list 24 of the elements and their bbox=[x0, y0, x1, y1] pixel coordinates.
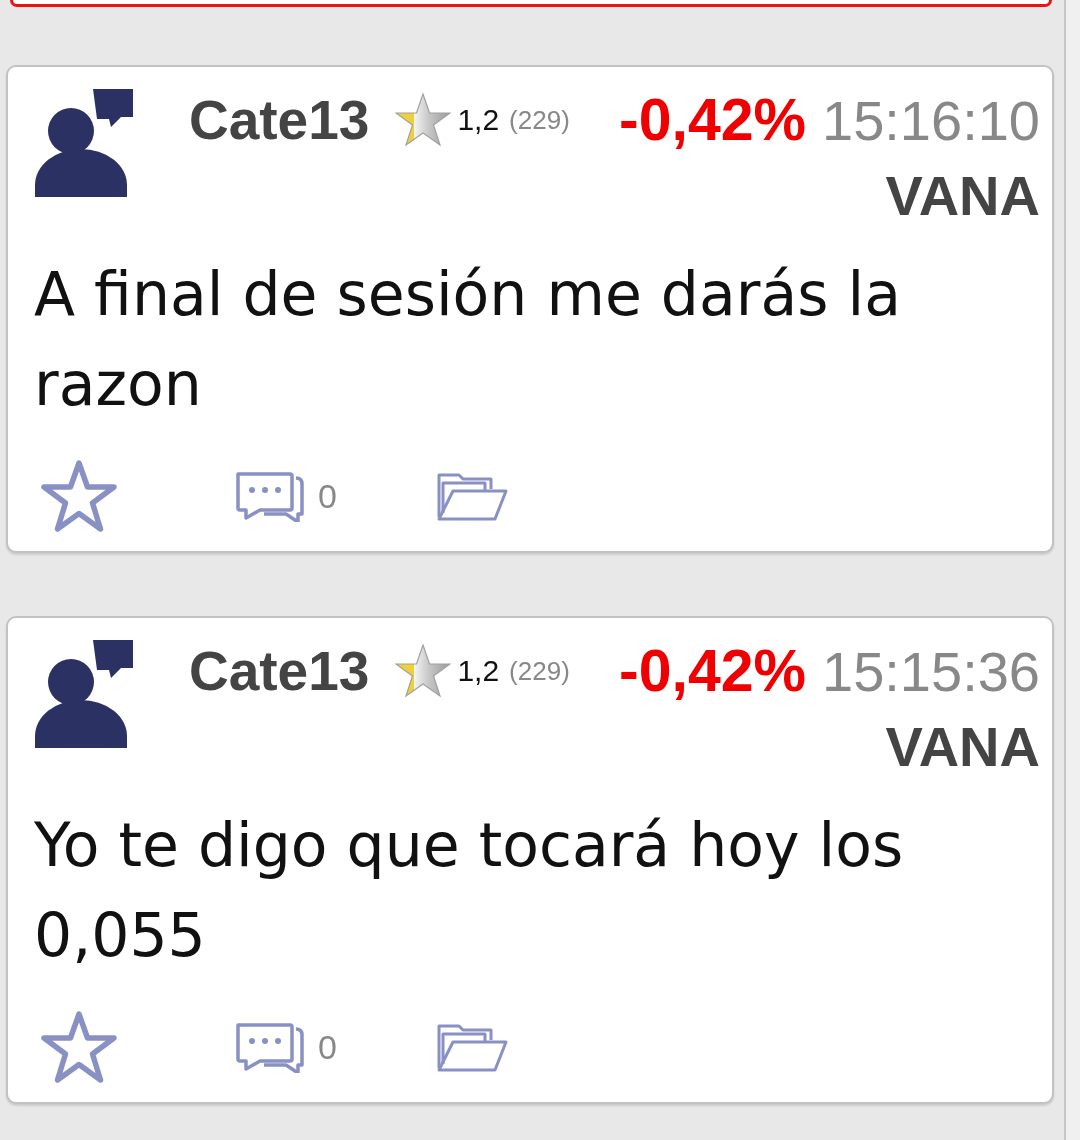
post-time: 15:16:10 bbox=[822, 87, 1040, 153]
user-rating: 1,2 bbox=[457, 654, 500, 688]
star-outline-icon[interactable] bbox=[40, 459, 118, 533]
price-change: -0,42% bbox=[619, 637, 806, 705]
user-avatar-icon bbox=[35, 640, 133, 748]
comment-count: 0 bbox=[318, 1027, 337, 1067]
vote-count: (229) bbox=[509, 104, 570, 136]
star-outline-icon[interactable] bbox=[40, 1010, 118, 1084]
username[interactable]: Cate13 bbox=[189, 88, 370, 152]
chat-bubbles-icon[interactable] bbox=[234, 1021, 306, 1073]
post-time: 15:15:36 bbox=[822, 638, 1040, 704]
user-avatar-icon bbox=[35, 89, 133, 197]
star-icon bbox=[395, 644, 452, 698]
user-rating: 1,2 bbox=[457, 103, 500, 137]
post-message: Yo te digo que tocará hoy los 0,055 bbox=[34, 809, 905, 972]
ticker-symbol[interactable]: VANA bbox=[885, 161, 1040, 231]
chat-bubbles-icon[interactable] bbox=[234, 470, 306, 522]
price-change: -0,42% bbox=[619, 86, 806, 154]
username[interactable]: Cate13 bbox=[189, 639, 370, 703]
comment-count: 0 bbox=[318, 476, 337, 516]
post-message: A final de sesión me darás la razon bbox=[34, 258, 902, 421]
star-icon bbox=[395, 93, 452, 147]
vote-count: (229) bbox=[509, 655, 570, 687]
ticker-symbol[interactable]: VANA bbox=[885, 712, 1040, 782]
